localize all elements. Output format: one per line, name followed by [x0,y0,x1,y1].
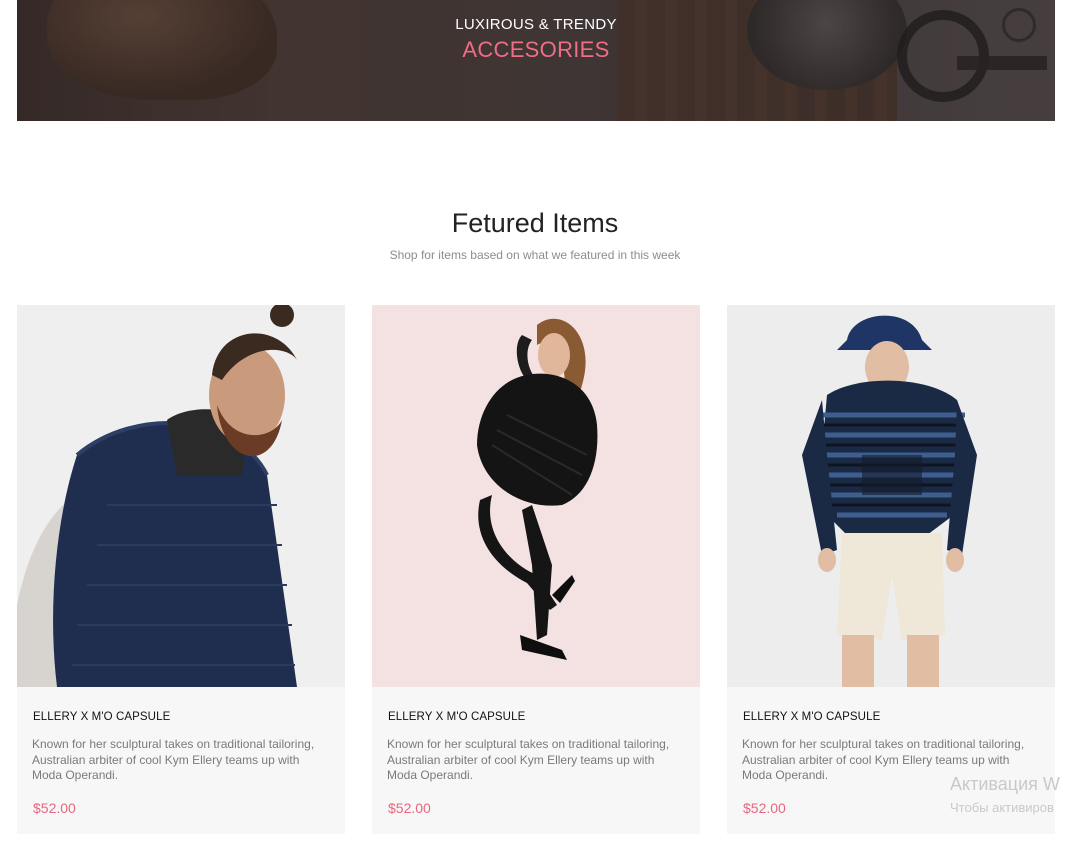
product-card[interactable]: ELLERY X M'O CAPSULE Known for her sculp… [17,305,345,834]
woman-black-outfit-photo [372,305,700,687]
product-name[interactable]: ELLERY X M'O CAPSULE [743,711,880,723]
product-image[interactable] [372,305,700,687]
product-name[interactable]: ELLERY X M'O CAPSULE [388,711,525,723]
hero-title[interactable]: ACCESORIES [17,37,1055,63]
product-price: $52.00 [33,800,76,816]
product-card[interactable]: ELLERY X M'O CAPSULE Known for her sculp… [727,305,1055,834]
product-price: $52.00 [743,800,786,816]
man-hoodie-photo [727,305,1055,687]
product-image[interactable] [727,305,1055,687]
product-info: ELLERY X M'O CAPSULE Known for her sculp… [372,687,700,834]
man-jacket-photo [17,305,345,687]
hero-subtitle: LUXIROUS & TRENDY [455,16,617,33]
product-info: ELLERY X M'O CAPSULE Known for her sculp… [17,687,345,834]
product-description: Known for her sculptural takes on tradit… [32,737,315,782]
activation-watermark-title: Активация W [950,774,1060,794]
activation-watermark-text: Чтобы активиров [950,800,1054,815]
hero-banner[interactable]: LUXIROUS & TRENDY ACCESORIES [17,0,1055,121]
product-description: Known for her sculptural takes on tradit… [387,737,670,782]
featured-title: Fetured Items [451,208,619,238]
product-price: $52.00 [388,800,431,816]
featured-subtitle: Shop for items based on what we featured… [389,248,681,262]
product-image[interactable] [17,305,345,687]
product-name[interactable]: ELLERY X M'O CAPSULE [33,711,170,723]
product-card[interactable]: ELLERY X M'O CAPSULE Known for her sculp… [372,305,700,834]
